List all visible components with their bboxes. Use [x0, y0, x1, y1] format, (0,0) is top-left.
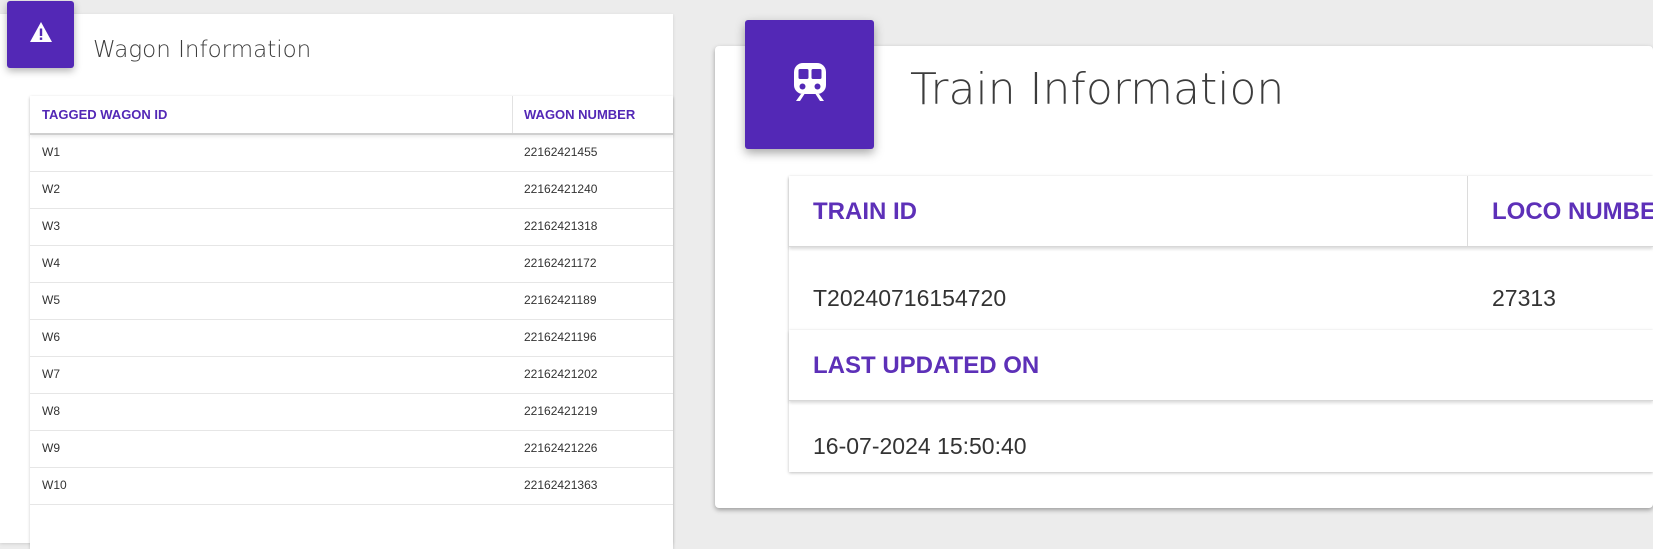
- wagon-id-cell: W5: [42, 293, 60, 307]
- column-header-tagged-wagon-id[interactable]: TAGGED WAGON ID: [42, 96, 167, 133]
- train-id-label: TRAIN ID: [813, 198, 917, 225]
- wagon-number-cell: 22162421189: [524, 293, 597, 307]
- train-panel-title: Train Information: [910, 64, 1285, 115]
- wagon-number-cell: 22162421226: [524, 441, 598, 455]
- loco-number-value: 27313: [1492, 285, 1556, 311]
- train-id-loco-block: TRAIN ID LOCO NUMBE T20240716154720 2731…: [789, 176, 1653, 330]
- table-row[interactable]: W1 22162421455: [30, 135, 673, 172]
- wagon-id-cell: W9: [42, 441, 60, 455]
- wagon-number-cell: 22162421202: [524, 367, 598, 381]
- wagon-id-cell: W7: [42, 367, 60, 381]
- column-divider: [1467, 176, 1468, 246]
- wagon-id-cell: W6: [42, 330, 60, 344]
- wagon-number-cell: 22162421196: [524, 330, 597, 344]
- wagon-number-cell: 22162421455: [524, 145, 598, 159]
- wagon-table-body: W1 22162421455 W2 22162421240 W3 2216242…: [30, 135, 673, 505]
- last-updated-header: LAST UPDATED ON: [789, 330, 1653, 401]
- train-icon-badge: [745, 20, 874, 149]
- last-updated-label: LAST UPDATED ON: [813, 352, 1040, 379]
- table-row[interactable]: W5 22162421189: [30, 283, 673, 320]
- train-icon: [792, 62, 828, 107]
- wagon-table-header: TAGGED WAGON ID WAGON NUMBER: [30, 96, 673, 135]
- wagon-id-cell: W8: [42, 404, 60, 418]
- wagon-information-panel: Wagon Information TAGGED WAGON ID WAGON …: [0, 14, 673, 549]
- table-row[interactable]: W10 22162421363: [30, 468, 673, 505]
- train-id-value: T20240716154720: [813, 285, 1007, 311]
- table-row[interactable]: W3 22162421318: [30, 209, 673, 246]
- column-divider: [512, 96, 513, 133]
- column-header-wagon-number[interactable]: WAGON NUMBER: [524, 96, 635, 133]
- warning-icon-badge: [7, 1, 74, 68]
- train-info-header: TRAIN ID LOCO NUMBE: [789, 176, 1653, 247]
- table-row[interactable]: W6 22162421196: [30, 320, 673, 357]
- table-row[interactable]: W7 22162421202: [30, 357, 673, 394]
- table-row[interactable]: W2 22162421240: [30, 172, 673, 209]
- wagon-number-cell: 22162421363: [524, 478, 598, 492]
- wagon-id-cell: W2: [42, 182, 60, 196]
- wagon-table: TAGGED WAGON ID WAGON NUMBER W1 22162421…: [30, 96, 673, 549]
- wagon-id-cell: W1: [42, 145, 60, 159]
- last-updated-block: LAST UPDATED ON 16-07-2024 15:50:40: [789, 330, 1653, 472]
- wagon-number-cell: 22162421219: [524, 404, 598, 418]
- wagon-id-cell: W10: [42, 478, 67, 492]
- wagon-number-cell: 22162421240: [524, 182, 598, 196]
- wagon-id-cell: W3: [42, 219, 60, 233]
- warning-icon: [29, 21, 53, 48]
- table-row[interactable]: W9 22162421226: [30, 431, 673, 468]
- wagon-number-cell: 22162421172: [524, 256, 597, 270]
- table-row[interactable]: W4 22162421172: [30, 246, 673, 283]
- wagon-number-cell: 22162421318: [524, 219, 598, 233]
- table-row[interactable]: W8 22162421219: [30, 394, 673, 431]
- last-updated-value: 16-07-2024 15:50:40: [813, 433, 1027, 459]
- wagon-id-cell: W4: [42, 256, 60, 270]
- wagon-panel-title: Wagon Information: [93, 37, 312, 63]
- loco-number-label: LOCO NUMBE: [1492, 198, 1653, 225]
